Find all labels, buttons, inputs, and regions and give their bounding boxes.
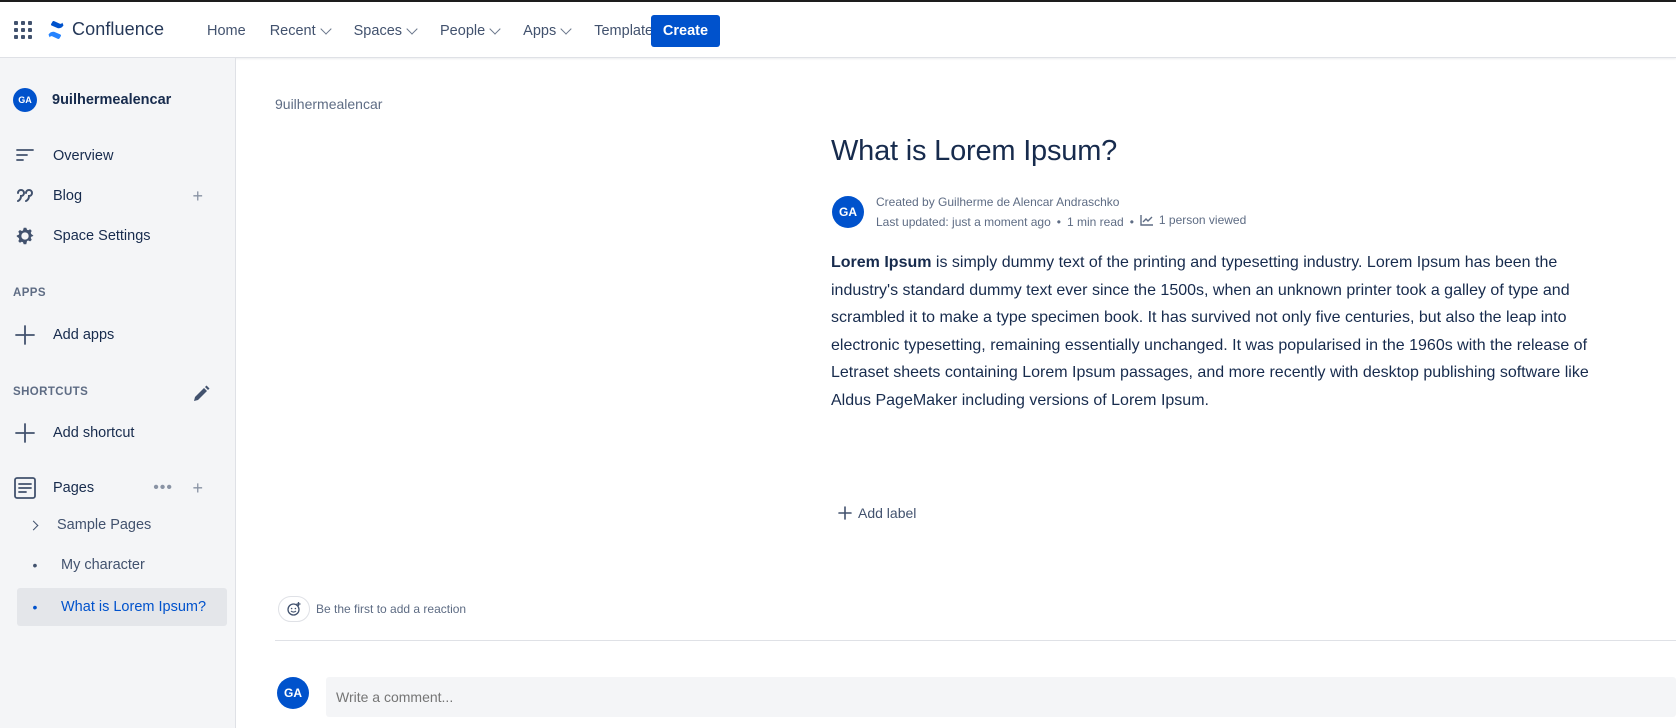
chevron-down-icon (560, 23, 572, 35)
bullet-icon: • (32, 599, 38, 615)
reactions-bar: Be the first to add a reaction (278, 596, 466, 622)
nav-spaces-label: Spaces (353, 23, 403, 39)
nav-people-label: People (440, 23, 486, 39)
add-page-plus-icon[interactable]: + (192, 478, 203, 499)
tree-item-my-character[interactable]: • My character (17, 548, 227, 582)
nav-recent[interactable]: Recent (258, 2, 342, 60)
confluence-logo-icon (48, 20, 64, 39)
comment-input[interactable] (326, 677, 1676, 717)
page-body: Lorem Ipsum is simply dummy text of the … (831, 249, 1601, 414)
chevron-down-icon (319, 23, 332, 35)
more-options-icon[interactable]: ••• (153, 479, 173, 497)
plus-icon (13, 323, 37, 347)
app-switcher-icon[interactable] (14, 21, 32, 39)
page-byline: GA Created by Guilherme de Alencar Andra… (832, 193, 1246, 231)
add-label-text: Add label (858, 505, 917, 521)
create-button[interactable]: Create (651, 15, 720, 47)
body-text: is simply dummy text of the printing and… (831, 254, 1589, 409)
tree-item-label: My character (61, 557, 145, 573)
body-bold-text: Lorem Ipsum (831, 254, 932, 271)
author-avatar[interactable]: GA (832, 196, 864, 228)
space-name: 9uilhermealencar (52, 92, 172, 108)
nav-people[interactable]: People (428, 2, 511, 60)
last-updated: Last updated: just a moment ago (876, 215, 1051, 229)
nav-recent-label: Recent (269, 23, 316, 39)
apps-section-label: APPS (13, 287, 46, 299)
page-views[interactable]: 1 person viewed (1140, 211, 1246, 229)
edit-shortcuts-pencil-icon[interactable] (191, 384, 211, 404)
nav-home[interactable]: Home (195, 2, 258, 60)
plus-icon (13, 421, 37, 445)
sidebar-item-label: Blog (53, 188, 83, 204)
chevron-down-icon (406, 23, 418, 35)
space-avatar: GA (13, 88, 37, 112)
quote-icon (13, 184, 37, 208)
space-header[interactable]: GA 9uilhermealencar (13, 88, 171, 112)
smiley-plus-icon (287, 602, 301, 616)
nav-apps-label: Apps (523, 23, 557, 39)
tree-item-sample-pages[interactable]: Sample Pages (17, 508, 227, 542)
nav-apps[interactable]: Apps (511, 2, 582, 60)
space-sidebar: GA 9uilhermealencar Overview Blog + Spac… (0, 58, 236, 728)
top-navigation: Confluence Home Recent Spaces People App… (0, 0, 1676, 58)
chevron-right-icon[interactable] (28, 520, 39, 530)
page-icon (13, 476, 37, 500)
tree-item-what-is-lorem-ipsum[interactable]: • What is Lorem Ipsum? (17, 588, 227, 626)
views-text: 1 person viewed (1158, 213, 1247, 227)
nav-home-label: Home (207, 23, 246, 39)
read-time: 1 min read (1066, 215, 1124, 229)
sidebar-item-label: Pages (53, 480, 95, 496)
reaction-prompt: Be the first to add a reaction (316, 602, 467, 616)
byline-text: Created by Guilherme de Alencar Andrasch… (876, 193, 1247, 229)
sidebar-item-overview[interactable]: Overview (13, 138, 223, 174)
sidebar-item-pages[interactable]: Pages ••• + (13, 470, 223, 506)
add-apps-label: Add apps (53, 327, 115, 343)
plus-icon (838, 506, 852, 520)
main-nav: Home Recent Spaces People Apps Templates (195, 2, 672, 60)
bullet-icon: • (32, 557, 38, 573)
confluence-logo[interactable]: Confluence (46, 19, 164, 40)
add-reaction-button[interactable] (278, 596, 310, 622)
app-name: Confluence (72, 19, 165, 39)
chevron-down-icon (489, 23, 501, 35)
sidebar-item-label: Overview (53, 148, 114, 164)
tree-item-label: Sample Pages (57, 517, 152, 533)
gear-icon (13, 224, 37, 248)
add-blog-plus-icon[interactable]: + (192, 186, 203, 207)
sidebar-item-label: Space Settings (53, 228, 151, 244)
comment-row: GA (277, 677, 309, 709)
add-shortcut-button[interactable]: Add shortcut (13, 415, 223, 451)
add-shortcut-label: Add shortcut (53, 425, 135, 441)
page-title: What is Lorem Ipsum? (831, 135, 1118, 167)
shortcuts-section-label: SHORTCUTS (13, 386, 89, 398)
breadcrumb[interactable]: 9uilhermealencar (275, 96, 382, 112)
chart-icon (1140, 215, 1153, 226)
add-apps-button[interactable]: Add apps (13, 317, 223, 353)
created-by[interactable]: Created by Guilherme de Alencar Andrasch… (876, 193, 1246, 211)
divider (275, 640, 1676, 641)
sidebar-item-blog[interactable]: Blog + (13, 178, 223, 214)
add-label-button[interactable]: Add label (838, 505, 916, 521)
sidebar-item-space-settings[interactable]: Space Settings (13, 218, 223, 254)
nav-spaces[interactable]: Spaces (342, 2, 428, 60)
overview-icon (13, 144, 37, 168)
tree-item-label: What is Lorem Ipsum? (61, 599, 207, 615)
commenter-avatar: GA (277, 677, 309, 709)
